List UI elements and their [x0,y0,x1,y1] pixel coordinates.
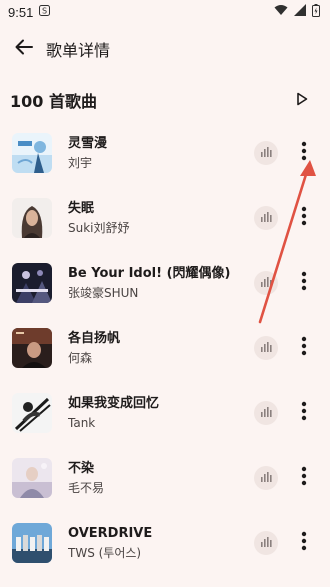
list-header: 100 首歌曲 [0,76,330,124]
wifi-icon [274,4,288,20]
list-item[interactable]: 不染 毛不易 [0,445,330,510]
song-text: Be Your Idol! (閃耀偶像) 张竣豪SHUN [68,265,254,301]
more-vert-icon [301,271,307,295]
equalizer-button[interactable] [254,205,278,230]
album-cover [12,522,52,563]
list-item[interactable]: 如果我变成回忆 Tank [0,380,330,445]
equalizer-button[interactable] [254,400,278,425]
more-vert-icon [301,466,307,490]
song-title: OVERDRIVE [68,525,153,541]
equalizer-bars-icon [260,143,272,162]
more-options-button[interactable] [294,269,314,297]
song-title: 各自扬帆 [68,330,121,346]
equalizer-bars-icon [260,468,272,487]
equalizer-bars-icon [260,338,272,357]
song-artist: 张竣豪SHUN [68,285,139,300]
more-vert-icon [301,531,307,555]
album-cover [12,262,52,303]
svg-text:S: S [42,6,47,15]
more-options-button[interactable] [294,464,314,492]
song-title: 灵雪漫 [68,135,108,151]
song-text: 各自扬帆 何森 [68,330,254,366]
song-artist: Tank [68,415,96,430]
equalizer-bars-icon [260,273,272,292]
song-title: 失眠 [68,200,95,216]
more-vert-icon [301,141,307,165]
song-title: 不染 [68,460,95,476]
album-cover [12,132,52,173]
song-count-label: 100 首歌曲 [10,92,97,111]
list-item[interactable]: OVERDRIVE TWS (투어스) [0,510,330,575]
equalizer-button[interactable] [254,270,278,295]
album-cover [12,327,52,368]
app-bar: 歌单详情 [0,24,330,74]
equalizer-button[interactable] [254,335,278,360]
page-title: 歌单详情 [46,41,111,60]
equalizer-bars-icon [260,403,272,422]
song-artist: TWS (투어스) [68,545,142,560]
equalizer-button[interactable] [254,465,278,490]
more-options-button[interactable] [294,139,314,167]
more-vert-icon [301,206,307,230]
song-artist: 何森 [68,350,93,365]
equalizer-button[interactable] [254,140,278,165]
arrow-left-icon [14,37,34,61]
song-title: 如果我变成回忆 [68,395,160,411]
song-text: 不染 毛不易 [68,460,254,496]
status-left: 9:51 S [8,4,51,20]
status-time: 9:51 [8,4,34,20]
play-all-button[interactable] [292,90,312,110]
more-vert-icon [301,336,307,360]
song-artist: 毛不易 [68,480,105,495]
signal-icon [294,4,306,20]
song-artist: Suki刘舒妤 [68,220,130,235]
status-right [274,3,320,21]
song-text: 失眠 Suki刘舒妤 [68,200,254,236]
more-vert-icon [301,401,307,425]
notification-s-icon: S [39,4,51,20]
list-item[interactable]: 各自扬帆 何森 [0,315,330,380]
song-text: 灵雪漫 刘宇 [68,135,254,171]
list-item[interactable]: 灵雪漫 刘宇 [0,120,330,185]
song-list: 灵雪漫 刘宇 失眠 Suki刘舒妤 Be Your Idol! (閃耀偶像) 张… [0,120,330,575]
battery-icon [312,3,320,21]
list-item[interactable]: Be Your Idol! (閃耀偶像) 张竣豪SHUN [0,250,330,315]
song-artist: 刘宇 [68,155,93,170]
status-bar: 9:51 S [0,0,330,24]
song-title: Be Your Idol! (閃耀偶像) [68,265,231,281]
more-options-button[interactable] [294,334,314,362]
song-text: OVERDRIVE TWS (투어스) [68,525,254,561]
more-options-button[interactable] [294,529,314,557]
more-options-button[interactable] [294,399,314,427]
album-cover [12,392,52,433]
album-cover [12,457,52,498]
equalizer-button[interactable] [254,530,278,555]
list-item[interactable]: 失眠 Suki刘舒妤 [0,185,330,250]
equalizer-bars-icon [260,533,272,552]
equalizer-bars-icon [260,208,272,227]
more-options-button[interactable] [294,204,314,232]
back-button[interactable] [12,37,36,61]
song-text: 如果我变成回忆 Tank [68,395,254,431]
album-cover [12,197,52,238]
play-triangle-outline-icon [296,91,308,110]
